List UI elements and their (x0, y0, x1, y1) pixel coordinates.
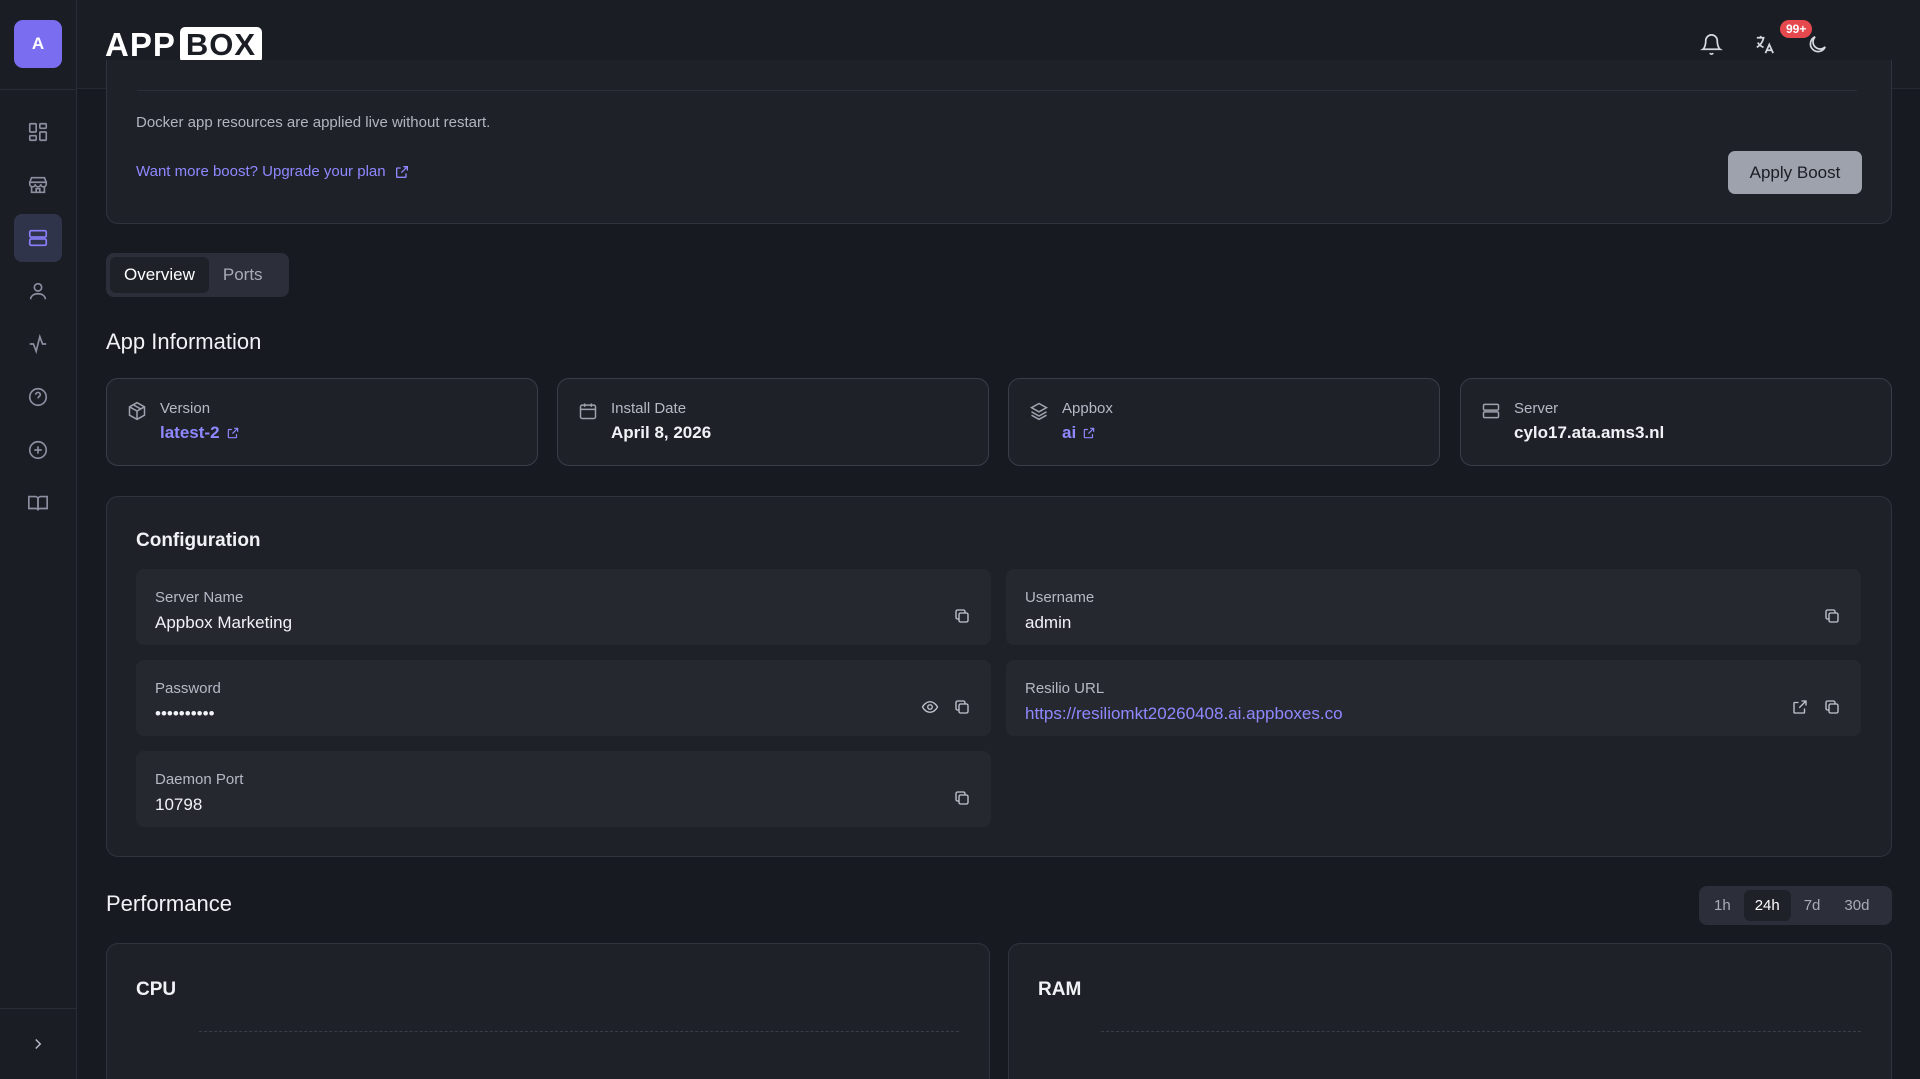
time-range-selector: 1h 24h 7d 30d (1699, 886, 1892, 925)
chart-gridline (1101, 1031, 1861, 1032)
config-field-server-name: Server Name Appbox Marketing (136, 569, 991, 645)
moon-icon (1809, 35, 1826, 52)
workspace-avatar[interactable]: A (14, 20, 62, 68)
layers-icon (1029, 401, 1049, 421)
server-label: Server (1514, 400, 1559, 417)
sidebar-item-activity[interactable] (14, 320, 62, 368)
username-label: Username (1025, 589, 1095, 606)
install-date-label: Install Date (611, 400, 687, 417)
sidebar-divider (0, 89, 76, 90)
ram-chart-card: RAM (1008, 943, 1892, 1079)
boost-note: Docker app resources are applied live wi… (136, 114, 491, 131)
install-date-value: April 8, 2026 (611, 423, 712, 442)
detail-tabs: Overview Ports (106, 253, 289, 297)
sidebar-item-add[interactable] (14, 426, 62, 474)
copy-icon[interactable] (1823, 607, 1841, 625)
sidebar-collapse-button[interactable] (14, 1020, 62, 1068)
ram-chart-title: RAM (1038, 979, 1082, 1000)
translate-icon (1755, 35, 1774, 53)
config-field-password: Password •••••••••• (136, 660, 991, 736)
external-link-icon[interactable] (1791, 698, 1809, 716)
language-button[interactable] (1746, 26, 1782, 62)
sidebar: A (0, 0, 77, 1079)
server-icon (28, 229, 48, 247)
logo-app-text: APP (105, 26, 176, 63)
external-link-icon (395, 165, 408, 178)
appbox-label: Appbox (1062, 400, 1113, 417)
sidebar-divider (0, 1008, 76, 1009)
resilio-url-link[interactable]: https://resiliomkt20260408.ai.appboxes.c… (1025, 704, 1343, 724)
book-icon (28, 495, 48, 511)
server-value: cylo17.ata.ams3.nl (1514, 423, 1665, 442)
external-link-icon (1083, 427, 1095, 439)
chevron-right-icon (35, 1038, 42, 1050)
store-icon (28, 176, 48, 194)
copy-icon[interactable] (953, 698, 971, 716)
server-card: Server cylo17.ata.ams3.nl (1460, 378, 1892, 466)
copy-icon[interactable] (1823, 698, 1841, 716)
username-value: admin (1025, 613, 1072, 632)
server-name-label: Server Name (155, 589, 244, 606)
configuration-title: Configuration (136, 530, 261, 551)
apply-boost-button[interactable]: Apply Boost (1728, 151, 1862, 194)
activity-icon (29, 333, 47, 355)
sidebar-item-apps[interactable] (14, 214, 62, 262)
copy-icon[interactable] (953, 607, 971, 625)
daemon-port-label: Daemon Port (155, 771, 244, 788)
upgrade-plan-link[interactable]: Want more boost? Upgrade your plan (136, 163, 410, 180)
appbox-card: Appbox ai (1008, 378, 1440, 466)
theme-toggle-button[interactable] (1799, 26, 1835, 62)
boost-panel: Docker app resources are applied live wi… (106, 60, 1892, 224)
config-field-resilio-url: Resilio URL https://resiliomkt20260408.a… (1006, 660, 1861, 736)
range-1h[interactable]: 1h (1703, 890, 1742, 921)
sidebar-item-store[interactable] (14, 161, 62, 209)
external-link-icon (227, 427, 238, 439)
tab-ports[interactable]: Ports (209, 257, 277, 293)
resilio-url-label: Resilio URL (1025, 680, 1105, 697)
install-date-card: Install Date April 8, 2026 (557, 378, 989, 466)
sidebar-item-dashboard[interactable] (14, 108, 62, 156)
upgrade-plan-label: Want more boost? Upgrade your plan (136, 163, 386, 180)
cpu-chart-card: CPU (106, 943, 990, 1079)
range-24h[interactable]: 24h (1743, 890, 1791, 921)
tab-overview[interactable]: Overview (110, 257, 209, 293)
daemon-port-value: 10798 (155, 795, 203, 814)
cpu-chart-title: CPU (136, 979, 177, 1000)
eye-icon[interactable] (921, 698, 939, 716)
config-field-username: Username admin (1006, 569, 1861, 645)
appbox-link[interactable]: ai (1062, 423, 1096, 443)
version-card: Version latest-2 (106, 378, 538, 466)
boost-slider-track (137, 90, 1857, 91)
version-link[interactable]: latest-2 (160, 423, 240, 443)
add-circle-icon (28, 440, 48, 460)
server-name-value: Appbox Marketing (155, 613, 293, 632)
notifications-button[interactable] (1693, 26, 1729, 62)
sidebar-item-account[interactable] (14, 267, 62, 315)
appbox-logo[interactable]: APP BOX (105, 26, 263, 64)
app-information-title: App Information (106, 329, 262, 354)
sidebar-item-help[interactable] (14, 373, 62, 421)
appbox-value: ai (1062, 423, 1077, 442)
logo-box-text: BOX (179, 27, 263, 63)
version-value: latest-2 (160, 423, 220, 442)
dashboard-icon (28, 122, 48, 142)
password-label: Password (155, 680, 221, 697)
range-7d[interactable]: 7d (1793, 890, 1832, 921)
server-icon (1481, 401, 1501, 421)
bell-icon (1699, 33, 1723, 55)
help-icon (28, 387, 48, 407)
package-icon (127, 401, 147, 421)
copy-icon[interactable] (953, 789, 971, 807)
configuration-panel: Configuration Server Name Appbox Marketi… (106, 496, 1892, 857)
sidebar-item-docs[interactable] (14, 479, 62, 527)
password-value: •••••••••• (155, 704, 215, 723)
calendar-icon (578, 401, 598, 421)
chart-gridline (199, 1031, 959, 1032)
user-icon (29, 282, 47, 300)
range-30d[interactable]: 30d (1833, 890, 1880, 921)
version-label: Version (160, 400, 211, 417)
config-field-daemon-port: Daemon Port 10798 (136, 751, 991, 827)
performance-title: Performance (106, 891, 232, 916)
